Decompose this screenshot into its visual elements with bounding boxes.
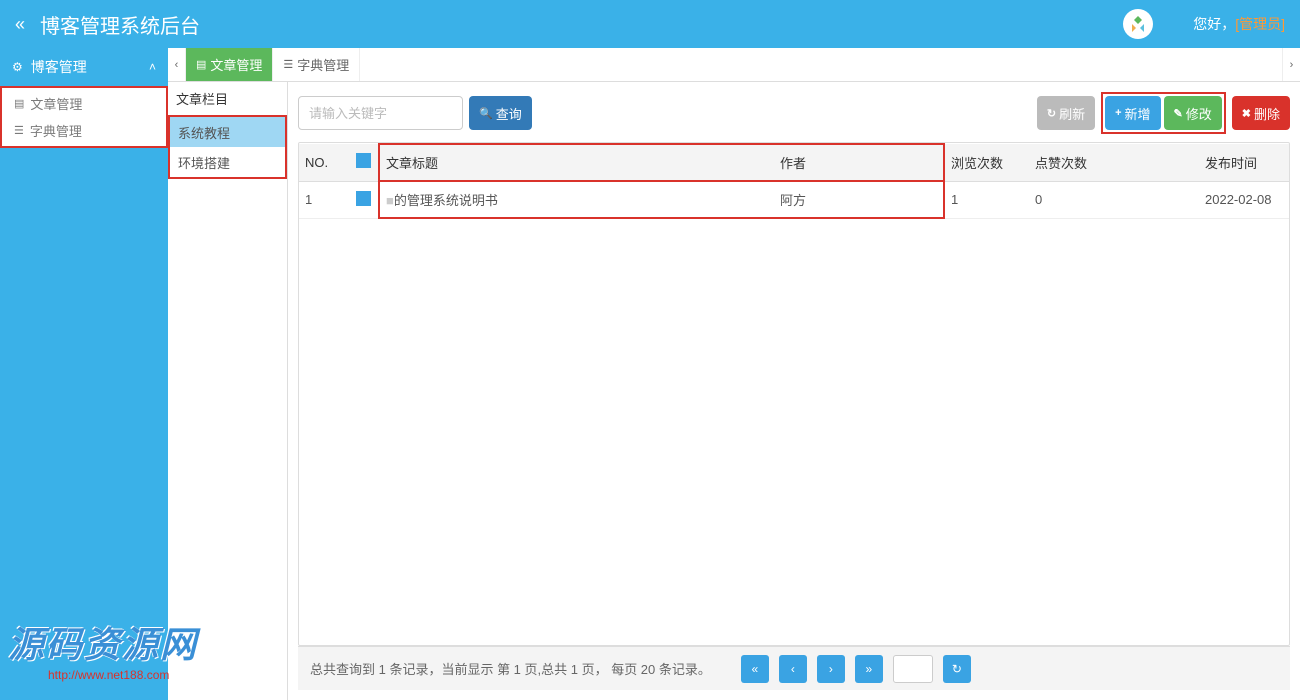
pagination-bar: 总共查询到 1 条记录，当前显示 第 1 页,总共 1 页， 每页 20 条记录… — [298, 646, 1290, 690]
page-number-input[interactable] — [893, 655, 933, 683]
th-select-all[interactable] — [349, 144, 379, 181]
page-first-button[interactable]: « — [741, 655, 769, 683]
pagination-info: 总共查询到 1 条记录，当前显示 第 1 页,总共 1 页， 每页 20 条记录… — [310, 659, 711, 678]
search-button[interactable]: 🔍查询 — [469, 96, 532, 130]
page-next-button[interactable]: › — [817, 655, 845, 683]
cell-date: 2022-02-08 — [1199, 181, 1289, 218]
page-prev-button[interactable]: ‹ — [779, 655, 807, 683]
cell-no: 1 — [299, 181, 349, 218]
tab-bar: ‹ ▤ 文章管理 ☰ 字典管理 › — [168, 48, 1300, 82]
gears-icon: ⚙ — [12, 60, 23, 74]
book-icon: ▤ — [14, 97, 24, 110]
sidebar-sub-group: ▤ 文章管理 ☰ 字典管理 — [0, 86, 168, 148]
th-date[interactable]: 发布时间 — [1199, 144, 1289, 181]
page-go-button[interactable]: ↻ — [943, 655, 971, 683]
list-icon: ☰ — [14, 124, 24, 137]
edit-button[interactable]: ✎修改 — [1164, 96, 1222, 130]
tab-scroll-left[interactable]: ‹ — [168, 48, 186, 81]
tab-dict[interactable]: ☰ 字典管理 — [273, 48, 360, 81]
sidebar-item-article[interactable]: ▤ 文章管理 — [2, 90, 166, 117]
table-header-row: NO. 文章标题 作者 浏览次数 点赞次数 发布时间 — [299, 144, 1289, 181]
app-header: « 博客管理系统后台 您好，[管理员] — [0, 0, 1300, 48]
user-role[interactable]: [管理员] — [1235, 16, 1285, 32]
logo-icon[interactable] — [1123, 9, 1153, 39]
sidebar-section-blog[interactable]: ⚙ 博客管理 ˄ — [0, 48, 168, 86]
th-views[interactable]: 浏览次数 — [944, 144, 1029, 181]
cell-likes: 0 — [1029, 181, 1199, 218]
app-title: 博客管理系统后台 — [40, 10, 1123, 39]
content-area: 🔍查询 ↻刷新 +新增 ✎修改 ✖删除 NO. — [288, 82, 1300, 700]
refresh-icon: ↻ — [1047, 107, 1056, 120]
cell-checkbox[interactable] — [349, 181, 379, 218]
cell-title: ■的管理系统说明书 — [379, 181, 774, 218]
book-icon: ▤ — [196, 58, 206, 71]
th-likes[interactable]: 点赞次数 — [1029, 144, 1199, 181]
edit-icon: ✎ — [1174, 107, 1183, 120]
sidebar-collapse-icon[interactable]: « — [15, 14, 25, 35]
tab-article[interactable]: ▤ 文章管理 — [186, 48, 273, 81]
chevron-up-icon: ˄ — [149, 60, 156, 74]
list-icon: ☰ — [283, 58, 293, 71]
cell-views: 1 — [944, 181, 1029, 218]
greeting: 您好，[管理员] — [1193, 14, 1285, 34]
sidebar: ⚙ 博客管理 ˄ ▤ 文章管理 ☰ 字典管理 — [0, 48, 168, 700]
checkbox-icon[interactable] — [356, 191, 371, 206]
tab-scroll-right[interactable]: › — [1282, 48, 1300, 81]
sidebar-item-dict[interactable]: ☰ 字典管理 — [2, 117, 166, 144]
data-table: NO. 文章标题 作者 浏览次数 点赞次数 发布时间 1 — [298, 142, 1290, 646]
cell-author: 阿方 — [774, 181, 944, 218]
add-button[interactable]: +新增 — [1105, 96, 1160, 130]
page-last-button[interactable]: » — [855, 655, 883, 683]
search-icon: 🔍 — [479, 107, 493, 120]
close-icon: ✖ — [1242, 107, 1251, 120]
th-no[interactable]: NO. — [299, 144, 349, 181]
delete-button[interactable]: ✖删除 — [1232, 96, 1290, 130]
category-header: 文章栏目 — [168, 82, 287, 115]
table-row[interactable]: 1 ■的管理系统说明书 阿方 1 0 2022-02-08 — [299, 181, 1289, 218]
search-input[interactable] — [298, 96, 463, 130]
toolbar: 🔍查询 ↻刷新 +新增 ✎修改 ✖删除 — [298, 92, 1290, 134]
checkbox-icon[interactable] — [356, 153, 371, 168]
category-item-system[interactable]: 系统教程 — [170, 117, 285, 147]
th-title[interactable]: 文章标题 — [379, 144, 774, 181]
plus-icon: + — [1115, 107, 1121, 119]
th-author[interactable]: 作者 — [774, 144, 944, 181]
category-panel: 文章栏目 系统教程 环境搭建 — [168, 82, 288, 700]
refresh-button[interactable]: ↻刷新 — [1037, 96, 1095, 130]
category-item-env[interactable]: 环境搭建 — [170, 147, 285, 177]
